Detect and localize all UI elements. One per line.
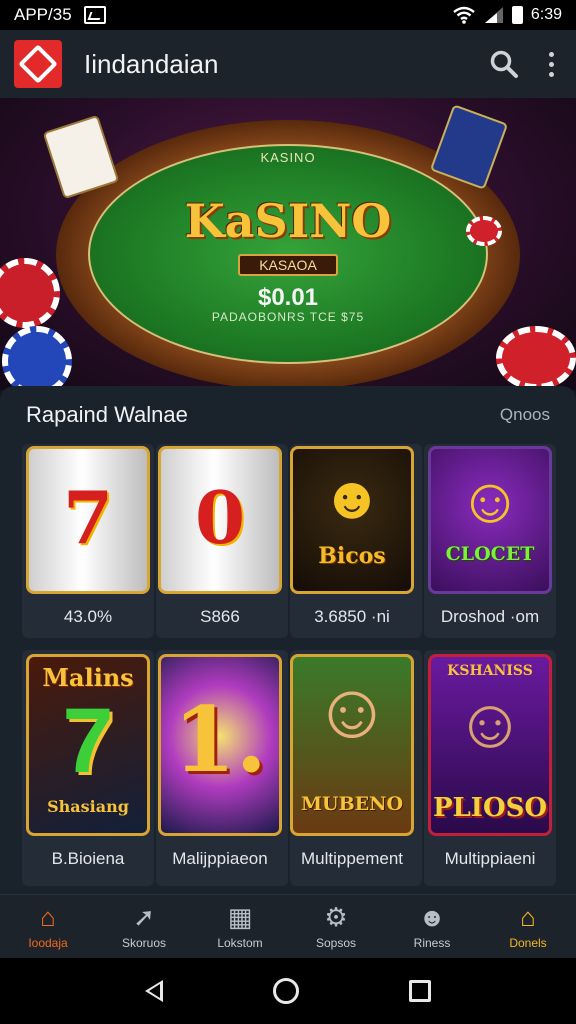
game-tile[interactable]: ☺ MUBENO Multippement [290, 654, 414, 874]
game-label: 43.0% [63, 607, 113, 626]
rocket-icon: ➚ [133, 901, 155, 932]
table-amount: $0.01 [257, 284, 319, 311]
nav-label: Sopsos [315, 935, 357, 950]
game-thumb: ☺ MUBENO [290, 654, 414, 836]
game-tile[interactable]: ☺ CLOCET Droshod ·om [428, 446, 552, 632]
home-icon: ⌂ [40, 901, 56, 932]
cowboy-character-icon: ☺ [312, 666, 392, 754]
lucky-seven-icon: 7 [62, 690, 114, 792]
game-thumb-title: 1. [173, 687, 267, 793]
game-thumb-title: MUBENO [300, 793, 404, 815]
game-label: Multippiaeni [444, 849, 536, 868]
slot-reel-thumb: 0 [158, 446, 282, 594]
game-thumb: Malins 7 Shasiang [26, 654, 150, 836]
host-character-icon: ☺ [454, 684, 526, 762]
nav-label: Donels [509, 935, 547, 950]
game-label: Droshod ·om [440, 607, 540, 626]
game-thumb: ☻ Bicos [290, 446, 414, 594]
nav-item-profile[interactable]: ☻ Riness [384, 895, 480, 958]
nav-label: Lokstom [217, 935, 263, 950]
grid-icon: ▦ [227, 901, 253, 932]
nav-label: Skoruos [121, 935, 167, 950]
app-logo-icon[interactable] [14, 40, 62, 88]
game-label: Malijppiaeon [172, 849, 268, 868]
hero-banner[interactable]: KASINO KaSINO KASAOA $0.01 PADAOBONRS TC… [0, 98, 576, 390]
status-bar: APP/35 6:39 [0, 0, 576, 30]
nav-label: Riness [413, 935, 451, 950]
store-icon: ⌂ [520, 901, 536, 932]
app-bar: Iindandaian [0, 30, 576, 98]
game-tile[interactable]: 1. Malijppiaeon [158, 654, 282, 874]
signal-icon [484, 7, 503, 23]
mascot-icon: ☻ [320, 464, 384, 531]
game-thumb: ☺ CLOCET [428, 446, 552, 594]
recents-icon[interactable] [409, 980, 431, 1002]
slot-symbol: 7 [62, 475, 114, 560]
status-app-text: APP/35 [14, 5, 72, 24]
app-title: Iindandaian [84, 48, 219, 79]
game-thumb-subtitle: KSHANISS [447, 663, 533, 679]
game-tile[interactable]: 0 S866 [158, 446, 282, 632]
game-label: Multippement [300, 849, 404, 868]
gear-icon: ⚙ [324, 901, 348, 932]
game-thumb-title: PLIOSO [432, 793, 548, 823]
nav-label: Ioodaja [28, 935, 68, 950]
notification-icon [83, 6, 106, 24]
sun-face-icon: ☺ [457, 464, 523, 536]
bottom-nav: ⌂ Ioodaja ➚ Skoruos ▦ Lokstom ⚙ Sopsos ☻… [0, 894, 576, 958]
game-thumb: KSHANISS ☺ PLIOSO [428, 654, 552, 836]
nav-item-store[interactable]: ⌂ Donels [480, 895, 576, 958]
game-thumb: 1. [158, 654, 282, 836]
game-label: S866 [200, 607, 240, 626]
slot-reel-thumb: 7 [26, 446, 150, 594]
table-brand-text: KASINO [260, 150, 316, 165]
table-caption: PADAOBONRS TCE $75 [211, 310, 365, 324]
section-header: Rapaind Walnae Qnoos [26, 400, 550, 430]
more-vert-icon[interactable] [540, 46, 562, 82]
game-tile[interactable]: ☻ Bicos 3.6850 ·ni [290, 446, 414, 632]
hero-plate: KASAOA [238, 254, 338, 276]
section-title: Rapaind Walnae [26, 402, 188, 427]
slot-symbol: 0 [194, 475, 246, 560]
status-time: 6:39 [530, 6, 562, 23]
back-icon[interactable] [145, 980, 163, 1002]
game-tile[interactable]: KSHANISS ☺ PLIOSO Multippiaeni [428, 654, 552, 874]
system-nav-bar [0, 958, 576, 1024]
hero-title: KaSINO [184, 194, 392, 248]
search-icon[interactable] [486, 46, 522, 82]
nav-item-home[interactable]: ⌂ Ioodaja [0, 895, 96, 958]
casino-chip-icon [2, 326, 72, 390]
game-tile[interactable]: 7 43.0% [26, 446, 150, 632]
game-thumb-title: Bicos [318, 543, 386, 569]
game-tile[interactable]: Malins 7 Shasiang B.Bioiena [26, 654, 150, 874]
game-label: B.Bioiena [51, 849, 125, 868]
nav-item-lobby[interactable]: ▦ Lokstom [192, 895, 288, 958]
nav-item-sports[interactable]: ➚ Skoruos [96, 895, 192, 958]
game-thumb-subtitle: Shasiang [47, 797, 129, 816]
battery-icon [511, 6, 523, 24]
game-thumb-title: CLOCET [445, 543, 535, 565]
profile-icon: ☻ [418, 901, 446, 932]
wifi-icon [453, 6, 475, 24]
game-label: 3.6850 ·ni [314, 607, 390, 626]
home-circle-icon[interactable] [273, 978, 299, 1004]
nav-item-settings[interactable]: ⚙ Sopsos [288, 895, 384, 958]
casino-chip-icon [496, 326, 576, 390]
game-thumb-title: Malins [42, 663, 134, 692]
section-more-link[interactable]: Qnoos [500, 405, 550, 425]
